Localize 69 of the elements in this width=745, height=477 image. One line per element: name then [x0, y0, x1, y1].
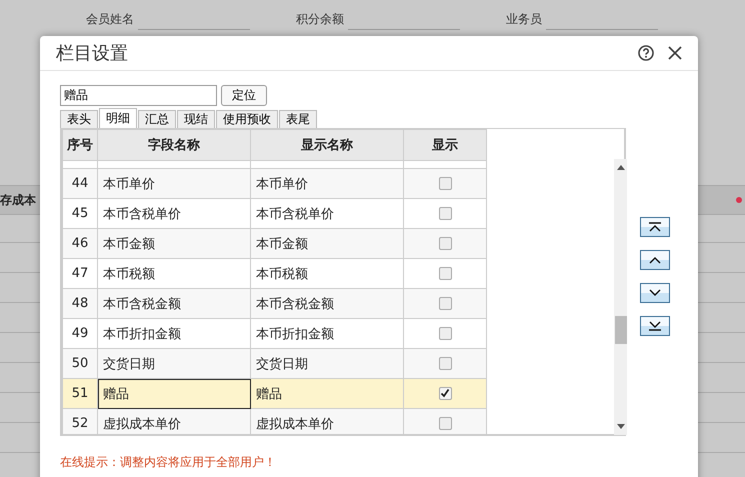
column-header: 显示	[404, 130, 486, 160]
table-cell: 本币税额	[103, 266, 155, 282]
checkbox[interactable]	[438, 326, 452, 340]
move-up-button[interactable]	[640, 250, 670, 270]
table-cell: 赠品	[256, 386, 282, 402]
tab[interactable]: 明细	[99, 108, 137, 128]
table-cell: 本币税额	[256, 266, 308, 282]
checkbox[interactable]	[438, 386, 452, 400]
table-cell: 赠品	[103, 386, 129, 402]
hint-text: 在线提示：调整内容将应用于全部用户！	[60, 454, 277, 471]
row-number: 47	[72, 266, 88, 281]
row-number: 49	[72, 326, 88, 341]
row-number: 48	[72, 296, 88, 311]
table-cell: 本币折扣金额	[256, 326, 334, 342]
checkbox[interactable]	[438, 296, 452, 310]
table-cell: 本币金额	[256, 236, 308, 252]
table-cell: 交货日期	[256, 356, 308, 372]
close-icon[interactable]	[668, 46, 682, 60]
tab[interactable]: 表尾	[279, 110, 317, 128]
field-label: 会员姓名	[86, 10, 134, 28]
column-header: 序号	[62, 130, 98, 160]
checkbox[interactable]	[438, 236, 452, 250]
bar-chevron-up-icon	[647, 222, 663, 232]
table-cell: 本币金额	[103, 236, 155, 252]
row-number: 46	[72, 236, 88, 251]
move-bottom-button[interactable]	[640, 316, 670, 336]
scroll-up-icon[interactable]	[616, 165, 624, 170]
field-label: 业务员	[506, 10, 542, 28]
tab[interactable]: 现结	[177, 110, 215, 128]
checkbox[interactable]	[438, 176, 452, 190]
table-cell: 本币单价	[256, 176, 308, 192]
column-header: 字段名称	[98, 130, 250, 160]
checkbox[interactable]	[438, 416, 452, 430]
column-header: 存成本	[0, 192, 36, 208]
scroll-down-icon[interactable]	[616, 424, 624, 429]
required-mark-icon	[736, 197, 742, 203]
dialog-title: 栏目设置	[56, 42, 129, 65]
table-cell: 虚拟成本单价	[256, 416, 334, 432]
move-top-button[interactable]	[640, 217, 670, 237]
row-number: 45	[72, 206, 88, 221]
help-icon[interactable]	[638, 45, 654, 61]
search-field[interactable]: 赠品	[60, 85, 217, 106]
row-number: 44	[72, 176, 88, 191]
tab[interactable]: 表头	[60, 110, 98, 128]
table-cell: 虚拟成本单价	[103, 416, 181, 432]
move-down-button[interactable]	[640, 283, 670, 303]
tab[interactable]: 汇总	[138, 110, 176, 128]
chevron-down-icon	[647, 288, 663, 298]
tab[interactable]: 使用预收	[216, 110, 278, 128]
field-label: 积分余额	[296, 10, 344, 28]
table-cell: 本币单价	[103, 176, 155, 192]
locate-button[interactable]: 定位	[221, 85, 267, 106]
column-header: 显示名称	[250, 130, 404, 160]
table-cell: 本币含税单价	[103, 206, 181, 222]
checkbox[interactable]	[438, 356, 452, 370]
table-cell: 本币含税金额	[103, 296, 181, 312]
scrollbar-thumb[interactable]	[614, 316, 626, 344]
bar-chevron-down-icon	[647, 321, 663, 331]
table-cell: 交货日期	[103, 356, 155, 372]
table-cell: 本币折扣金额	[103, 326, 181, 342]
row-number: 50	[72, 356, 88, 371]
scrollbar[interactable]	[614, 159, 627, 435]
row-number: 51	[72, 386, 88, 401]
chevron-up-icon	[647, 255, 663, 265]
checkbox[interactable]	[438, 266, 452, 280]
table-cell: 本币含税单价	[256, 206, 334, 222]
row-number: 52	[72, 416, 88, 431]
table-cell: 本币含税金额	[256, 296, 334, 312]
checkbox[interactable]	[438, 206, 452, 220]
